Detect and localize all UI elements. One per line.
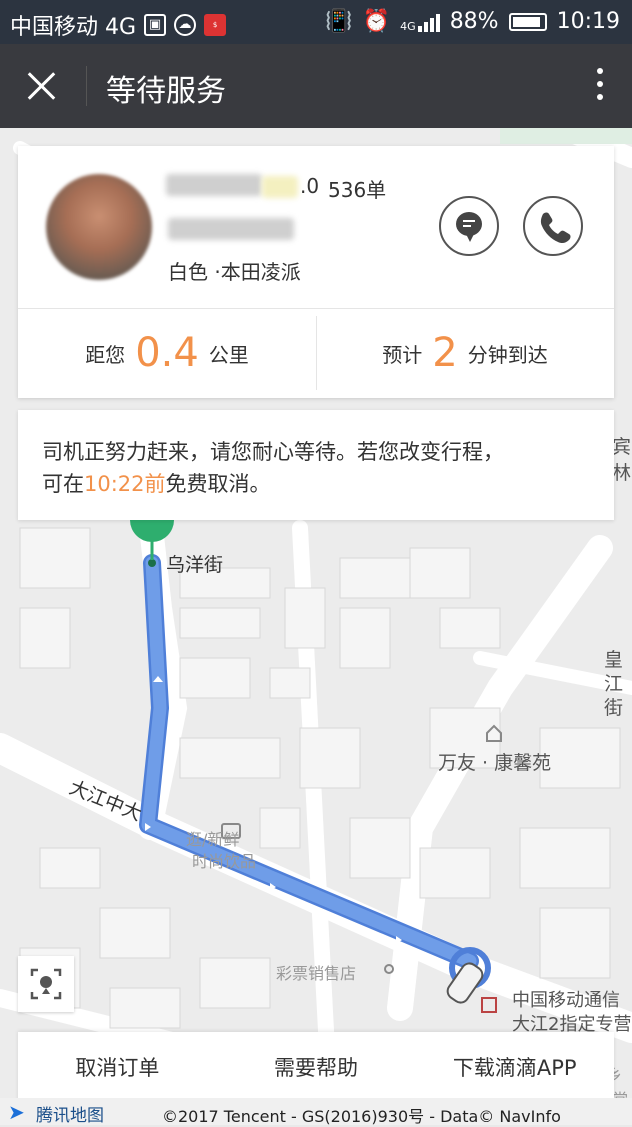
map-label-wanyou: 万友 · 康馨苑 <box>438 752 552 774</box>
eta-prefix: 预计 <box>382 342 423 367</box>
distance-info: 距您 0.4 公里 <box>18 308 316 398</box>
map-label-bin: 宾 <box>612 436 632 458</box>
eta-unit: 分钟到达 <box>467 342 548 367</box>
distance-value: 0.4 <box>135 330 199 376</box>
driver-orders: 536单 <box>328 178 387 202</box>
signal-icon: 4G <box>400 12 440 32</box>
driver-card: .0 536单 白色 ·本田凌派 距您 0.4 公里 预计 2 分钟到达 <box>18 146 614 398</box>
distance-unit: 公里 <box>208 342 249 367</box>
app-notification-icon: $ <box>204 14 227 36</box>
wait-notice: 司机正努力赶来，请您耐心等待。若您改变行程， 可在10:22前免费取消。 <box>18 410 614 520</box>
cloud-icon: ☁ <box>174 14 197 36</box>
carrier-label: 中国移动 4G <box>10 15 137 40</box>
plate-redacted <box>168 218 294 240</box>
help-button[interactable]: 需要帮助 <box>217 1032 416 1104</box>
map-copyright: ©2017 Tencent - GS(2016)930号 - Data© Nav… <box>162 1107 561 1126</box>
driver-name-redacted <box>166 174 262 196</box>
free-cancel-time: 10:22前 <box>84 472 166 496</box>
locate-icon <box>30 968 62 1000</box>
map-label-shop1: 时尚饮品 <box>192 852 257 871</box>
map-label-wuyang: 乌洋街 <box>166 554 224 576</box>
download-app-button[interactable]: 下载滴滴APP <box>415 1032 614 1104</box>
notice-line1: 司机正努力赶来，请您耐心等待。若您改变行程， <box>42 440 504 464</box>
image-icon: ▣ <box>144 14 167 36</box>
distance-prefix: 距您 <box>85 342 126 367</box>
locate-button[interactable] <box>18 956 74 1012</box>
message-icon <box>456 212 482 242</box>
map-footer: ➤ 腾讯地图 ©2017 Tencent - GS(2016)930号 - Da… <box>0 1098 632 1126</box>
eta-info: 预计 2 分钟到达 <box>316 308 614 398</box>
more-options-icon[interactable] <box>596 68 604 108</box>
clock: 10:19 <box>556 9 620 34</box>
battery-icon <box>508 12 547 31</box>
status-bar: 中国移动 4G ▣ ☁ $ 📳 ⏰ 4G 88% 10:19 <box>0 0 632 44</box>
battery-percent: 88% <box>449 9 499 34</box>
eta-value: 2 <box>432 330 458 376</box>
phone-icon <box>540 212 571 244</box>
map-brand: 腾讯地图 <box>36 1106 104 1126</box>
cancel-order-button[interactable]: 取消订单 <box>18 1032 217 1104</box>
title-divider <box>86 66 87 106</box>
alarm-icon: ⏰ <box>362 9 391 34</box>
rating-star-redacted <box>262 176 298 198</box>
map-label-lin: 林 <box>612 462 632 484</box>
tencent-map-logo: ➤ <box>8 1100 25 1124</box>
notice-line2: 可在10:22前免费取消。 <box>42 472 271 496</box>
car-info: 白色 ·本田凌派 <box>168 260 301 284</box>
close-icon[interactable] <box>20 64 64 108</box>
action-bar: 取消订单 需要帮助 下载滴滴APP <box>18 1032 614 1104</box>
map-label-shop1b: 逛/新鲜 <box>186 830 240 849</box>
map-label-lottery: 彩票销售店 <box>276 964 357 983</box>
vibrate-icon: 📳 <box>325 9 353 34</box>
map-label-street-right: 皇江街 <box>604 649 624 719</box>
call-button[interactable] <box>523 196 583 256</box>
page-title: 等待服务 <box>106 74 226 109</box>
driver-rating: .0 <box>300 174 320 198</box>
title-bar: 等待服务 <box>0 44 632 128</box>
message-button[interactable] <box>439 196 499 256</box>
driver-avatar <box>46 174 152 280</box>
map-label-cmcc1: 中国移动通信 <box>512 990 620 1011</box>
